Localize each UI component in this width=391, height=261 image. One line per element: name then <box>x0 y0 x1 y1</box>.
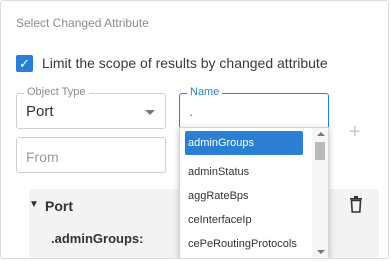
collapse-triangle-icon[interactable]: ▼ <box>29 199 39 210</box>
scroll-up-icon[interactable] <box>317 132 325 136</box>
trash-icon[interactable] <box>349 196 363 218</box>
group-name: Port <box>45 198 73 214</box>
name-input-value[interactable]: . <box>189 103 193 119</box>
object-type-select[interactable]: Object Type Port <box>16 86 166 129</box>
dropdown-scrollbar[interactable] <box>312 128 328 258</box>
suggestion-ce-pe-routing-protocols[interactable]: cePeRoutingProtocols <box>185 232 303 256</box>
plus-icon[interactable]: + <box>349 121 361 144</box>
check-icon: ✓ <box>19 56 30 71</box>
suggestion-ce-interface-ip[interactable]: ceInterfaceIp <box>185 208 303 232</box>
suggestion-admin-status[interactable]: adminStatus <box>185 160 303 184</box>
section-title: Select Changed Attribute <box>16 16 149 30</box>
object-type-legend: Object Type <box>24 86 89 98</box>
suggestion-agg-rate-bps[interactable]: aggRateBps <box>185 184 303 208</box>
object-type-value: Port <box>26 103 54 120</box>
scroll-thumb[interactable] <box>315 142 325 160</box>
name-field[interactable]: Name . <box>179 86 329 129</box>
limit-scope-checkbox[interactable]: ✓ <box>16 55 33 72</box>
limit-scope-label[interactable]: Limit the scope of results by changed at… <box>42 55 328 71</box>
group-attribute: .adminGroups: <box>51 231 144 246</box>
from-field[interactable]: From <box>16 137 166 173</box>
name-legend: Name <box>187 86 223 98</box>
chevron-down-icon <box>145 110 155 115</box>
changed-attribute-panel: Select Changed Attribute ✓ Limit the sco… <box>0 0 389 259</box>
scroll-down-icon[interactable] <box>317 250 325 254</box>
suggestion-admin-groups[interactable]: adminGroups <box>185 131 303 155</box>
name-suggestions-dropdown: adminGroups adminStatus aggRateBps ceInt… <box>179 127 329 258</box>
from-placeholder: From <box>26 149 59 165</box>
